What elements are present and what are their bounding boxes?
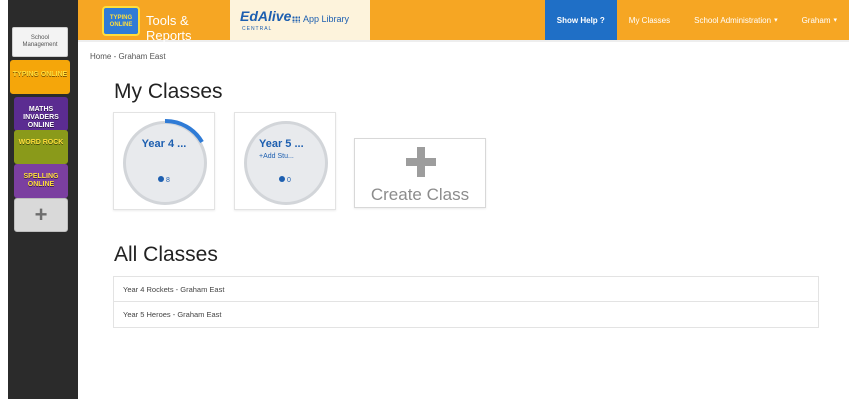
maths-invaders-app-tile[interactable]: MATHS INVADERS ONLINE [14,97,68,131]
word-rock-logo: WORD ROCK [18,139,64,146]
plus-icon: + [34,202,48,227]
grid-icon [292,16,300,23]
word-rock-app-tile[interactable]: WORD ROCK [14,130,68,164]
class-progress-circle [244,121,328,205]
nav-right: Show Help ? My Classes School Administra… [544,0,849,40]
show-help-button[interactable]: Show Help ? [544,0,617,40]
app-library-link[interactable]: App Library [292,14,349,24]
class-name: Year 5 ... [259,138,304,150]
student-count: 0 [235,176,335,184]
all-classes-list: Year 4 Rockets - Graham East Year 5 Hero… [113,276,819,328]
class-card-year-5[interactable]: Year 5 ... +Add Stu... 0 [234,112,336,210]
typing-online-logo: TYPING ONLINE [12,71,68,78]
all-classes-heading: All Classes [114,243,218,266]
add-app-button[interactable]: + [14,198,68,232]
my-classes-link[interactable]: My Classes [617,0,682,40]
tools-reports-label: Tools & Reports [146,13,192,43]
list-item[interactable]: Year 4 Rockets - Graham East [114,277,818,302]
class-card-year-4[interactable]: Year 4 ... 8 [113,112,215,210]
create-class-button[interactable]: Create Class [354,138,486,208]
page: School Management TYPING ONLINE MATHS IN… [0,0,849,399]
maths-invaders-logo: MATHS INVADERS ONLINE [23,106,59,129]
students-icon [279,176,286,182]
list-item[interactable]: Year 5 Heroes - Graham East [114,302,818,327]
typing-online-brand-logo: TYPING ONLINE [102,6,140,36]
school-management-label: School Management [22,35,58,48]
tools-reports-link[interactable]: TYPING ONLINE Tools & Reports [78,0,230,43]
top-nav-bar: TYPING ONLINE Tools & Reports EdAlive CE… [78,0,849,43]
chevron-down-icon: ▾ [833,17,837,24]
my-classes-heading: My Classes [114,80,223,103]
chevron-down-icon: ▾ [774,17,778,24]
school-administration-menu[interactable]: School Administration ▾ [682,0,789,40]
breadcrumb[interactable]: Home - Graham East [90,52,166,61]
create-class-label: Create Class [370,185,470,204]
plus-icon [406,147,436,177]
app-sidebar: School Management TYPING ONLINE MATHS IN… [8,0,78,399]
students-icon [158,176,165,182]
user-menu[interactable]: Graham ▾ [790,0,849,40]
edalive-central-label: CENTRAL [242,26,273,32]
school-management-tile[interactable]: School Management [12,27,68,57]
student-count: 8 [114,176,214,184]
edalive-logo[interactable]: EdAlive [240,8,291,24]
edalive-central-area: EdAlive CENTRAL App Library [230,0,370,40]
spelling-online-app-tile[interactable]: SPELLING ONLINE [14,164,68,198]
class-name: Year 4 ... [141,138,187,150]
add-students-link[interactable]: +Add Stu... [259,153,294,160]
progress-arc [164,118,204,144]
spelling-online-logo: SPELLING ONLINE [23,173,59,188]
typing-online-app-tile[interactable]: TYPING ONLINE [10,60,70,94]
